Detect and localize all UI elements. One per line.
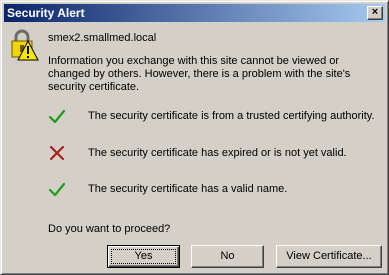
proceed-question: Do you want to proceed? [48,223,171,235]
check-row-validity-date: The security certificate has expired or … [48,144,383,164]
check-row-trusted-authority: The security certificate is from a trust… [48,107,383,127]
x-mark-icon [49,145,65,161]
yes-button[interactable]: Yes [107,245,180,268]
no-button[interactable]: No [191,245,264,268]
view-certificate-button[interactable]: View Certificate... [276,245,382,268]
check-icon [48,182,66,197]
title-bar[interactable]: Security Alert × [4,4,385,22]
site-hostname: smex2.smallmed.local [48,32,157,44]
check-icon [48,109,66,124]
check-row-valid-name: The security certificate has a valid nam… [48,180,383,200]
padlock-warning-icon [11,29,39,61]
check-text: The security certificate is from a trust… [88,110,375,122]
window-title: Security Alert [7,6,85,20]
security-alert-dialog: Security Alert × smex2.smallmed.local In… [0,0,389,275]
security-info-text: Information you exchange with this site … [48,55,351,93]
check-text: The security certificate has a valid nam… [88,183,288,195]
check-text: The security certificate has expired or … [88,147,347,159]
close-button[interactable]: × [367,6,383,20]
